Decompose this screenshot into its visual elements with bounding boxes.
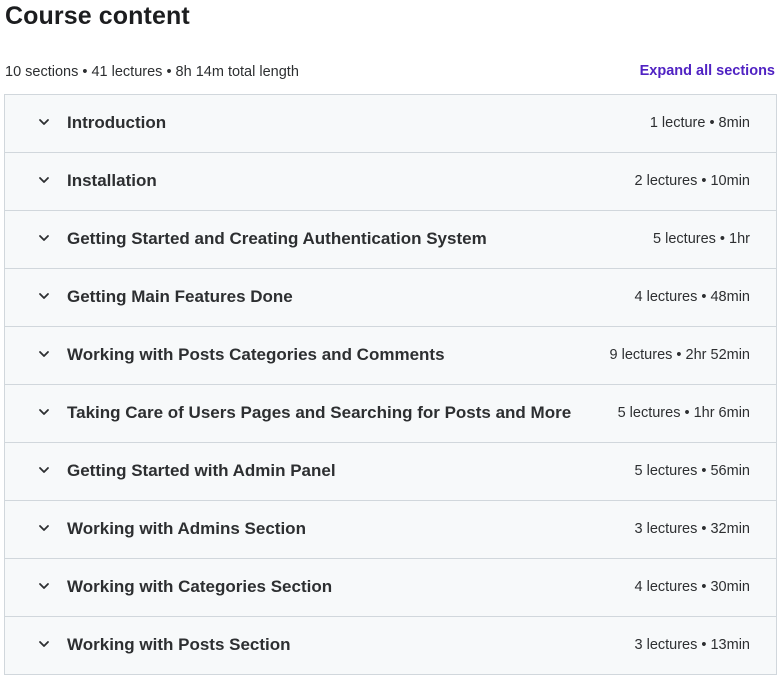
section-meta: 1 lecture • 8min — [649, 115, 750, 131]
section-meta: 4 lectures • 30min — [634, 579, 751, 595]
section-title: Working with Admins Section — [67, 519, 306, 538]
section-meta: 5 lectures • 1hr 6min — [617, 405, 750, 421]
chevron-down-icon — [37, 173, 51, 187]
section-meta: 4 lectures • 48min — [634, 289, 751, 305]
section-header[interactable]: Introduction 1 lecture • 8min — [5, 95, 776, 153]
section-meta: 9 lectures • 2hr 52min — [609, 347, 750, 363]
page-title: Course content — [5, 2, 190, 30]
section-meta: 5 lectures • 1hr — [653, 231, 750, 247]
section-header[interactable]: Working with Posts Categories and Commen… — [5, 327, 776, 385]
chevron-down-icon — [37, 289, 51, 303]
section-title: Installation — [67, 171, 157, 190]
chevron-down-icon — [37, 231, 51, 245]
chevron-down-icon — [37, 405, 51, 419]
section-title: Introduction — [67, 113, 167, 132]
section-header[interactable]: Working with Categories Section 4 lectur… — [5, 559, 776, 617]
section-title: Taking Care of Users Pages and Searching… — [67, 403, 572, 422]
section-meta: 3 lectures • 13min — [634, 637, 751, 653]
section-title: Getting Started with Admin Panel — [67, 461, 336, 480]
chevron-down-icon — [37, 521, 51, 535]
section-header[interactable]: Getting Started and Creating Authenticat… — [5, 211, 776, 269]
chevron-down-icon — [37, 637, 51, 651]
section-meta: 2 lectures • 10min — [634, 173, 751, 189]
section-header[interactable]: Getting Started with Admin Panel 5 lectu… — [5, 443, 776, 501]
chevron-down-icon — [37, 579, 51, 593]
expand-all-sections-button[interactable]: Expand all sections — [640, 63, 775, 79]
section-title: Working with Posts Categories and Commen… — [67, 345, 445, 364]
section-header[interactable]: Getting Main Features Done 4 lectures • … — [5, 269, 776, 327]
section-meta: 5 lectures • 56min — [634, 463, 751, 479]
course-summary: 10 sections • 41 lectures • 8h 14m total… — [5, 64, 299, 80]
section-list: Introduction 1 lecture • 8min Installati… — [4, 94, 777, 675]
section-meta: 3 lectures • 32min — [634, 521, 751, 537]
chevron-down-icon — [37, 463, 51, 477]
section-title: Working with Posts Section — [67, 635, 291, 654]
course-summary-row: 10 sections • 41 lectures • 8h 14m total… — [5, 62, 775, 84]
section-header[interactable]: Installation 2 lectures • 10min — [5, 153, 776, 211]
section-title: Working with Categories Section — [67, 577, 333, 596]
section-title: Getting Main Features Done — [67, 287, 293, 306]
section-header[interactable]: Working with Admins Section 3 lectures •… — [5, 501, 776, 559]
section-header[interactable]: Taking Care of Users Pages and Searching… — [5, 385, 776, 443]
chevron-down-icon — [37, 115, 51, 129]
section-title: Getting Started and Creating Authenticat… — [67, 229, 487, 248]
section-header[interactable]: Working with Posts Section 3 lectures • … — [5, 617, 776, 675]
chevron-down-icon — [37, 347, 51, 361]
